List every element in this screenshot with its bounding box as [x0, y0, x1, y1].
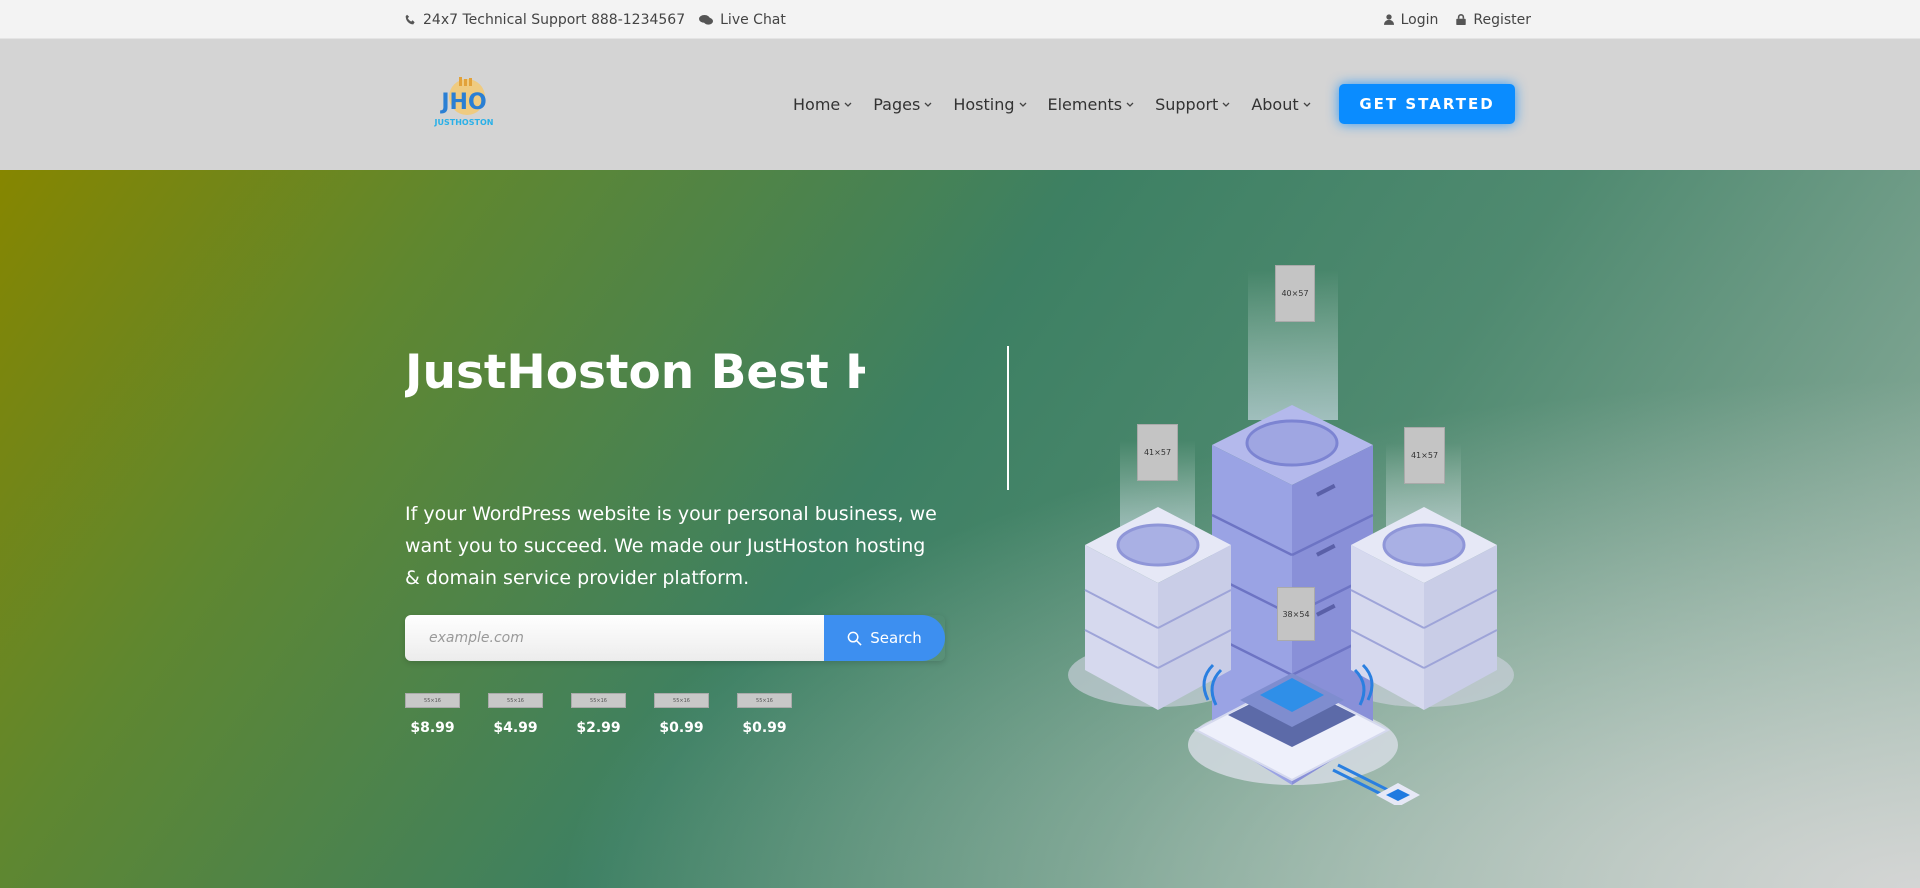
- chevron-down-icon: [924, 102, 932, 107]
- login-label: Login: [1400, 11, 1439, 28]
- svg-text:JHO: JHO: [439, 90, 486, 115]
- tld-item[interactable]: 55×16 $2.99: [571, 693, 626, 736]
- tld-logo-placeholder: 55×16: [654, 693, 709, 708]
- image-placeholder: 38×54: [1277, 587, 1315, 641]
- typing-caret: [1007, 346, 1009, 490]
- main-nav: Home Pages Hosting Elements Support Abou…: [793, 39, 1332, 170]
- image-placeholder: 40×57: [1275, 265, 1315, 322]
- tld-list: 55×16 $8.99 55×16 $4.99 55×16 $2.99 55×1…: [405, 693, 820, 736]
- live-chat-label: Live Chat: [720, 11, 786, 28]
- nav-home[interactable]: Home: [793, 95, 852, 114]
- hero-description: If your WordPress website is your person…: [405, 503, 937, 589]
- tld-price: $2.99: [576, 720, 621, 736]
- tld-price: $0.99: [659, 720, 704, 736]
- tld-item[interactable]: 55×16 $0.99: [654, 693, 709, 736]
- search-button[interactable]: Search: [824, 615, 945, 661]
- tld-item[interactable]: 55×16 $0.99: [737, 693, 792, 736]
- nav-elements[interactable]: Elements: [1048, 95, 1135, 114]
- image-placeholder: 41×57: [1404, 427, 1445, 484]
- login-link[interactable]: Login: [1383, 11, 1439, 28]
- tld-logo-placeholder: 55×16: [737, 693, 792, 708]
- tld-price: $4.99: [493, 720, 538, 736]
- chat-icon: [699, 14, 714, 25]
- chevron-down-icon: [1222, 102, 1230, 107]
- domain-search-input[interactable]: [405, 615, 824, 661]
- tld-price: $8.99: [410, 720, 455, 736]
- support-text: 24x7 Technical Support 888-1234567: [423, 11, 686, 28]
- search-icon: [847, 631, 862, 646]
- logo-mark: JHO JUSTHOSTON: [434, 77, 494, 127]
- nav-about[interactable]: About: [1251, 95, 1311, 114]
- phone-icon: [405, 14, 415, 25]
- get-started-button[interactable]: GET STARTED: [1339, 84, 1515, 124]
- tld-price: $0.99: [742, 720, 787, 736]
- nav-hosting[interactable]: Hosting: [953, 95, 1026, 114]
- chevron-down-icon: [1126, 102, 1134, 107]
- search-button-label: Search: [870, 629, 922, 647]
- hero-section: JustHoston Best Ho If your WordPress web…: [0, 170, 1920, 888]
- site-header: JHO JUSTHOSTON Home Pages Hosting Elemen…: [0, 39, 1920, 170]
- tld-logo-placeholder: 55×16: [405, 693, 460, 708]
- tld-item[interactable]: 55×16 $4.99: [488, 693, 543, 736]
- servers-graphic: [1068, 270, 1514, 807]
- chevron-down-icon: [844, 102, 852, 107]
- register-link[interactable]: Register: [1456, 12, 1531, 28]
- support-phone[interactable]: 24x7 Technical Support 888-1234567: [405, 12, 685, 28]
- chevron-down-icon: [1303, 102, 1311, 107]
- domain-search: Search: [405, 615, 945, 661]
- lock-icon: [1456, 14, 1467, 25]
- nav-pages[interactable]: Pages: [873, 95, 932, 114]
- register-label: Register: [1473, 11, 1531, 28]
- nav-support[interactable]: Support: [1155, 95, 1230, 114]
- chevron-down-icon: [1019, 102, 1026, 107]
- tld-item[interactable]: 55×16 $8.99: [405, 693, 460, 736]
- tld-logo-placeholder: 55×16: [571, 693, 626, 708]
- svg-text:JUSTHOSTON: JUSTHOSTON: [434, 118, 494, 127]
- image-placeholder: 41×57: [1137, 424, 1178, 481]
- user-icon: [1383, 14, 1394, 25]
- site-logo[interactable]: JHO JUSTHOSTON: [431, 75, 497, 131]
- top-bar: 24x7 Technical Support 888-1234567 Live …: [0, 0, 1920, 39]
- hero-title: JustHoston Best Ho: [405, 345, 865, 400]
- tld-logo-placeholder: 55×16: [488, 693, 543, 708]
- live-chat-link[interactable]: Live Chat: [699, 12, 786, 28]
- server-illustration: 40×57 41×57 41×57 38×54: [1068, 265, 1518, 807]
